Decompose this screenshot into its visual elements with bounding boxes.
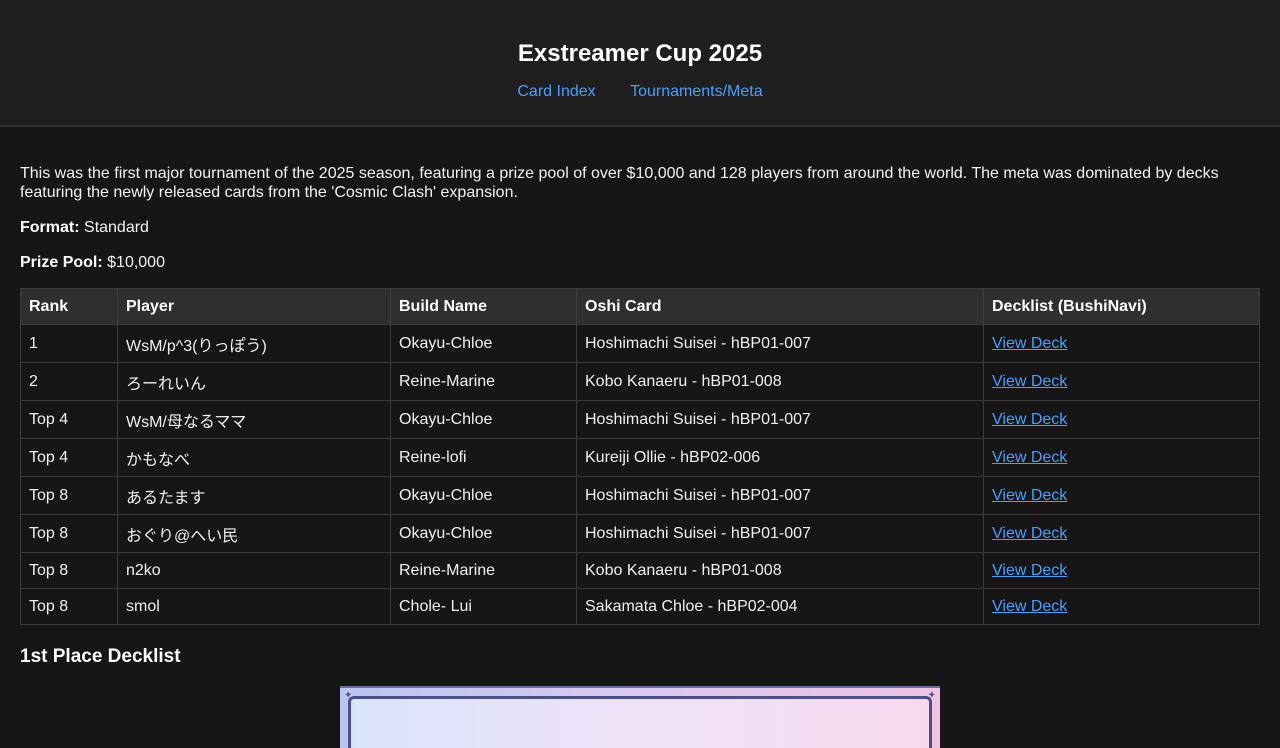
- view-deck-link[interactable]: View Deck: [992, 598, 1067, 615]
- table-row: Top 8 おぐり@へい民 Okayu-Chloe Hoshimachi Sui…: [20, 514, 1260, 553]
- build-cell: Okayu-Chloe: [390, 514, 577, 553]
- column-header-oshi-card: Oshi Card: [576, 288, 984, 325]
- column-header-build-name: Build Name: [390, 288, 577, 325]
- player-cell: smol: [117, 588, 391, 625]
- decklist-cell: View Deck: [983, 400, 1260, 439]
- table-row: Top 4 WsM/母なるママ Okayu-Chloe Hoshimachi S…: [20, 400, 1260, 439]
- prize-pool-line: Prize Pool: $10,000: [20, 253, 1260, 272]
- build-cell: Okayu-Chloe: [390, 324, 577, 363]
- build-cell: Reine-Marine: [390, 362, 577, 401]
- column-header-player: Player: [117, 288, 391, 325]
- player-cell: WsM/p^3(りっぽう): [117, 324, 391, 363]
- build-cell: Reine-lofi: [390, 438, 577, 477]
- oshi-cell: Kobo Kanaeru - hBP01-008: [576, 552, 984, 589]
- view-deck-link[interactable]: View Deck: [992, 411, 1067, 428]
- format-label: Format:: [20, 219, 80, 236]
- player-cell: かもなべ: [117, 438, 391, 477]
- build-cell: Reine-Marine: [390, 552, 577, 589]
- view-deck-link[interactable]: View Deck: [992, 487, 1067, 504]
- decklist-heading: 1st Place Decklist: [20, 646, 181, 667]
- column-header-rank: Rank: [20, 288, 118, 325]
- column-header-decklist: Decklist (BushiNavi): [983, 288, 1260, 325]
- decklist-cell: View Deck: [983, 438, 1260, 477]
- table-header-row: Rank Player Build Name Oshi Card Decklis…: [20, 288, 1260, 325]
- decklist-image-frame: [348, 696, 932, 748]
- decklist-cell: View Deck: [983, 362, 1260, 401]
- table-row: Top 8 smol Chole- Lui Sakamata Chloe - h…: [20, 588, 1260, 625]
- decklist-cell: View Deck: [983, 514, 1260, 553]
- table-row: Top 4 かもなべ Reine-lofi Kureiji Ollie - hB…: [20, 438, 1260, 477]
- tournament-description: This was the first major tournament of t…: [20, 165, 1219, 201]
- nav-link-card-index[interactable]: Card Index: [517, 83, 595, 100]
- oshi-cell: Hoshimachi Suisei - hBP01-007: [576, 400, 984, 439]
- player-cell: おぐり@へい民: [117, 514, 391, 553]
- format-value: Standard: [84, 219, 149, 236]
- decklist-cell: View Deck: [983, 588, 1260, 625]
- nav-link-tournaments-meta[interactable]: Tournaments/Meta: [630, 83, 763, 100]
- rank-cell: Top 8: [20, 514, 118, 553]
- view-deck-link[interactable]: View Deck: [992, 335, 1067, 352]
- decklist-cell: View Deck: [983, 324, 1260, 363]
- oshi-cell: Hoshimachi Suisei - hBP01-007: [576, 324, 984, 363]
- rank-cell: Top 4: [20, 400, 118, 439]
- rank-cell: Top 8: [20, 552, 118, 589]
- build-cell: Okayu-Chloe: [390, 400, 577, 439]
- view-deck-link[interactable]: View Deck: [992, 525, 1067, 542]
- top-nav: Card Index Tournaments/Meta: [0, 82, 1280, 102]
- view-deck-link[interactable]: View Deck: [992, 373, 1067, 390]
- sparkle-icon: ✦: [927, 690, 936, 701]
- oshi-cell: Hoshimachi Suisei - hBP01-007: [576, 476, 984, 515]
- table-row: 1 WsM/p^3(りっぽう) Okayu-Chloe Hoshimachi S…: [20, 324, 1260, 363]
- table-row: 2 ろーれいん Reine-Marine Kobo Kanaeru - hBP0…: [20, 362, 1260, 401]
- results-table: Rank Player Build Name Oshi Card Decklis…: [20, 288, 1260, 625]
- player-cell: WsM/母なるママ: [117, 400, 391, 439]
- player-cell: n2ko: [117, 552, 391, 589]
- build-cell: Chole- Lui: [390, 588, 577, 625]
- oshi-cell: Sakamata Chloe - hBP02-004: [576, 588, 984, 625]
- oshi-cell: Hoshimachi Suisei - hBP01-007: [576, 514, 984, 553]
- prize-pool-value: $10,000: [107, 254, 165, 271]
- decklist-image: ✦ ✦: [340, 686, 940, 748]
- site-header: Exstreamer Cup 2025 Card Index Tournamen…: [0, 0, 1280, 127]
- main-content: This was the first major tournament of t…: [0, 164, 1280, 667]
- oshi-cell: Kureiji Ollie - hBP02-006: [576, 438, 984, 477]
- oshi-cell: Kobo Kanaeru - hBP01-008: [576, 362, 984, 401]
- rank-cell: Top 8: [20, 588, 118, 625]
- decklist-cell: View Deck: [983, 476, 1260, 515]
- decklist-cell: View Deck: [983, 552, 1260, 589]
- table-row: Top 8 n2ko Reine-Marine Kobo Kanaeru - h…: [20, 552, 1260, 589]
- rank-cell: Top 8: [20, 476, 118, 515]
- table-row: Top 8 あるたます Okayu-Chloe Hoshimachi Suise…: [20, 476, 1260, 515]
- rank-cell: 2: [20, 362, 118, 401]
- view-deck-link[interactable]: View Deck: [992, 562, 1067, 579]
- player-cell: ろーれいん: [117, 362, 391, 401]
- prize-pool-label: Prize Pool:: [20, 254, 103, 271]
- sparkle-icon: ✦: [344, 690, 353, 701]
- view-deck-link[interactable]: View Deck: [992, 449, 1067, 466]
- rank-cell: 1: [20, 324, 118, 363]
- rank-cell: Top 4: [20, 438, 118, 477]
- format-line: Format: Standard: [20, 218, 1260, 237]
- player-cell: あるたます: [117, 476, 391, 515]
- page-title: Exstreamer Cup 2025: [517, 40, 763, 67]
- build-cell: Okayu-Chloe: [390, 476, 577, 515]
